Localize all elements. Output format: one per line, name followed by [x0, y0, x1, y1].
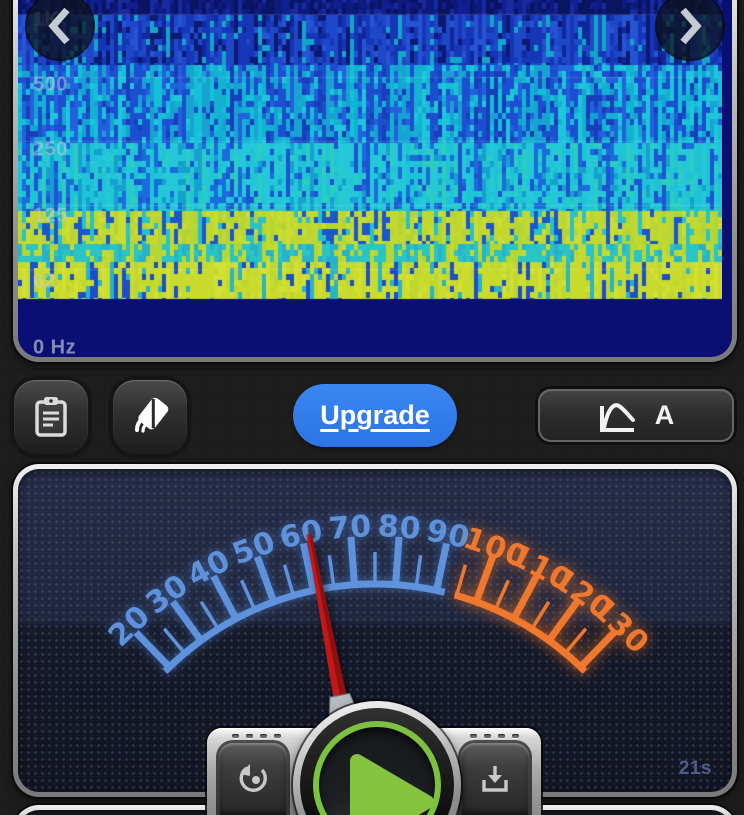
reset-icon [236, 762, 270, 796]
chevron-left-icon [47, 3, 73, 49]
spectrogram-panel: 1K 500 250 125 62 0 Hz [13, 0, 737, 362]
svg-text:40: 40 [182, 543, 237, 594]
frequency-weighting-button[interactable]: A [538, 389, 734, 442]
play-bezel [300, 708, 454, 815]
spectrogram-canvas[interactable] [18, 0, 722, 347]
freq-label-250: 250 [33, 139, 68, 162]
app-logo-button[interactable] [113, 380, 187, 454]
download-icon [479, 763, 511, 795]
chevron-right-icon [677, 3, 703, 49]
svg-text:80: 80 [377, 509, 423, 547]
rivets [232, 734, 281, 738]
weighting-label: A [655, 400, 675, 431]
freq-label-0hz: 0 Hz [33, 337, 76, 358]
weighting-curve-icon [598, 398, 638, 434]
upgrade-button[interactable]: Upgrade [293, 384, 457, 447]
svg-text:50: 50 [228, 524, 281, 572]
freq-label-125: 125 [33, 205, 68, 228]
spectrogram-view[interactable]: 1K 500 250 125 62 0 Hz [18, 0, 732, 357]
app-root: 1K 500 250 125 62 0 Hz [0, 0, 744, 815]
play-triangle-icon [319, 727, 449, 815]
freq-label-500: 500 [33, 74, 68, 97]
svg-text:30: 30 [140, 567, 196, 621]
decibel-card-icon [127, 394, 173, 440]
rivets [470, 734, 519, 738]
svg-text:60: 60 [277, 513, 327, 556]
save-button[interactable] [461, 743, 529, 815]
reset-button[interactable] [219, 743, 287, 815]
report-clipboard-button[interactable] [14, 380, 88, 454]
play-green-ring [313, 721, 441, 815]
freq-label-62: 62 [33, 271, 56, 294]
elapsed-time: 21s [679, 758, 712, 780]
svg-text:70: 70 [327, 509, 373, 547]
clipboard-icon [30, 394, 72, 440]
